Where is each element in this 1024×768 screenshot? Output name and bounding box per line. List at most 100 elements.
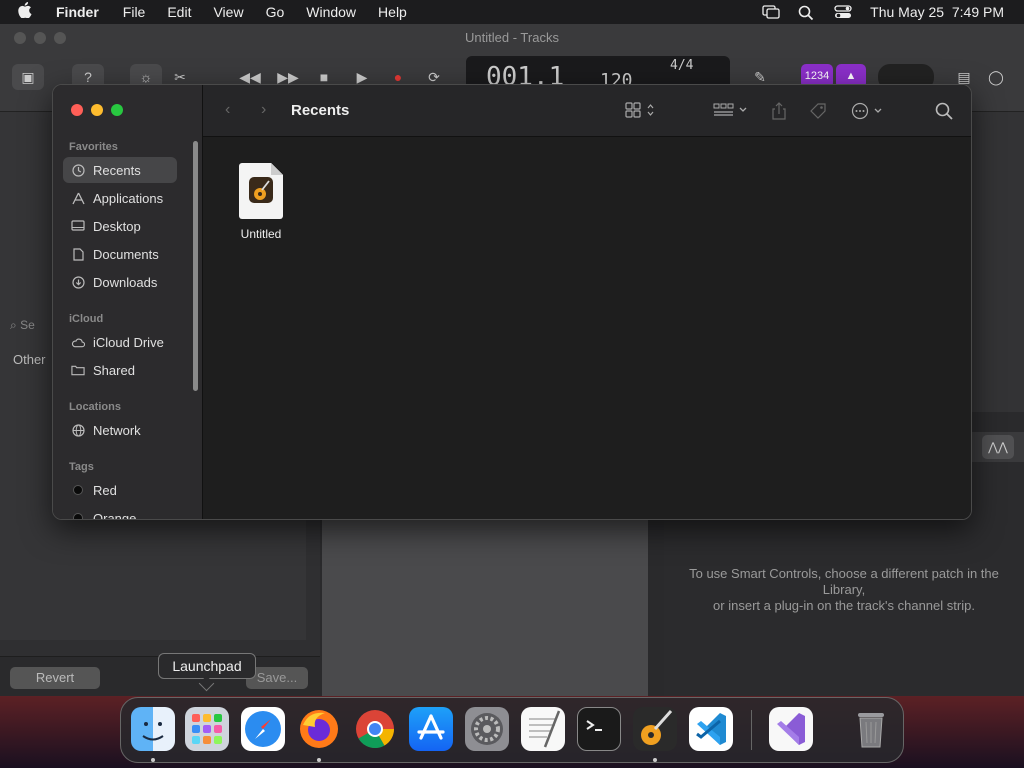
document-icon	[71, 247, 85, 261]
dock	[120, 697, 904, 763]
library-search-placeholder: Se	[20, 318, 35, 332]
sidebar-item-tag-red[interactable]: Red	[63, 477, 177, 503]
textedit-dock-icon[interactable]	[521, 707, 565, 751]
garageband-file-icon	[239, 163, 283, 219]
sidebar-section-locations: Locations	[69, 401, 121, 413]
menu-go[interactable]: Go	[266, 4, 285, 20]
garageband-title: Untitled - Tracks	[465, 30, 559, 45]
smart-controls-middle-panel	[322, 520, 648, 696]
finder-toolbar: ‹ › Recents	[203, 85, 971, 137]
sidebar-item-label: Orange	[93, 510, 137, 520]
app-store-dock-icon[interactable]	[409, 707, 453, 751]
zoom-button[interactable]	[111, 104, 123, 116]
dock-separator	[751, 710, 752, 750]
firefox-dock-icon[interactable]	[297, 707, 341, 751]
sidebar-item-label: Documents	[93, 246, 159, 262]
forward-icon[interactable]: ›	[261, 101, 266, 119]
clock-icon	[71, 163, 85, 177]
sidebar-item-icloud-drive[interactable]: iCloud Drive	[63, 329, 177, 355]
sidebar-item-label: iCloud Drive	[93, 334, 164, 350]
sidebar-item-network[interactable]: Network	[63, 417, 177, 443]
library-search-icon: ⌕	[10, 318, 17, 332]
finder-running-indicator	[151, 758, 155, 762]
file-untitled[interactable]: Untitled	[229, 163, 293, 241]
visual-studio-dock-icon[interactable]	[769, 707, 813, 751]
close-button[interactable]	[71, 104, 83, 116]
finder-content: Untitled	[203, 137, 971, 519]
sidebar-scrollbar[interactable]	[193, 141, 198, 391]
smart-controls-message: To use Smart Controls, choose a differen…	[689, 566, 999, 613]
sidebar-item-label: Desktop	[93, 218, 141, 234]
minimize-button[interactable]	[91, 104, 103, 116]
download-icon	[71, 275, 85, 289]
garageband-dock-icon[interactable]	[633, 707, 677, 751]
menu-help[interactable]: Help	[378, 4, 407, 20]
library-search[interactable]: ⌕ Se	[10, 318, 35, 333]
safari-dock-icon[interactable]	[241, 707, 285, 751]
menu-file[interactable]: File	[123, 4, 146, 20]
screen-mirroring-icon[interactable]	[762, 5, 780, 19]
sidebar-item-label: Red	[93, 482, 117, 498]
view-icons-icon[interactable]	[625, 102, 655, 121]
vscode-dock-icon[interactable]	[689, 707, 733, 751]
sidebar-item-label: Recents	[93, 162, 141, 178]
finder-sidebar: Favorites Recents Applications Desktop D…	[53, 85, 203, 520]
sidebar-section-tags: Tags	[69, 461, 94, 473]
garageband-window-controls[interactable]	[14, 32, 66, 44]
sidebar-item-label: Network	[93, 422, 141, 438]
menu-finder[interactable]: Finder	[56, 4, 99, 20]
sidebar-item-label: Shared	[93, 362, 135, 378]
revert-button[interactable]: Revert	[10, 667, 100, 689]
back-icon[interactable]: ‹	[225, 101, 230, 119]
tag-icon[interactable]	[809, 102, 827, 123]
finder-window: Favorites Recents Applications Desktop D…	[52, 84, 972, 520]
finder-title: Recents	[291, 102, 350, 119]
menu-edit[interactable]: Edit	[167, 4, 191, 20]
trash-dock-icon[interactable]	[849, 707, 893, 751]
applications-icon	[71, 191, 85, 205]
library-icon[interactable]: ▣	[12, 64, 44, 90]
globe-icon	[71, 423, 85, 437]
finder-dock-icon[interactable]	[131, 707, 175, 751]
dock-tooltip: Launchpad	[158, 653, 256, 679]
chrome-dock-icon[interactable]	[353, 707, 397, 751]
desktop-icon	[71, 219, 85, 233]
terminal-dock-icon[interactable]	[577, 707, 621, 751]
sidebar-item-shared[interactable]: Shared	[63, 357, 177, 383]
sidebar-item-tag-orange[interactable]: Orange	[63, 505, 177, 520]
share-icon[interactable]	[771, 102, 787, 123]
sidebar-item-documents[interactable]: Documents	[63, 241, 177, 267]
group-by-icon[interactable]	[713, 102, 749, 121]
launchpad-dock-icon[interactable]	[185, 707, 229, 751]
apple-icon[interactable]	[18, 1, 38, 23]
more-actions-icon[interactable]	[851, 102, 887, 123]
tag-dot-icon	[71, 483, 85, 497]
tag-dot-icon	[71, 511, 85, 519]
library-other-label: Other	[13, 352, 46, 367]
search-icon[interactable]	[798, 5, 816, 21]
search-icon[interactable]	[935, 102, 953, 123]
sidebar-item-desktop[interactable]: Desktop	[63, 213, 177, 239]
sidebar-section-icloud: iCloud	[69, 313, 104, 325]
garageband-running-indicator	[653, 758, 657, 762]
firefox-running-indicator	[317, 758, 321, 762]
sidebar-item-recents[interactable]: Recents	[63, 157, 177, 183]
sidebar-item-label: Applications	[93, 190, 164, 206]
sidebar-item-downloads[interactable]: Downloads	[63, 269, 177, 295]
shared-folder-icon	[71, 363, 85, 377]
control-center-icon[interactable]	[834, 5, 852, 19]
sidebar-section-favorites: Favorites	[69, 141, 118, 153]
cloud-icon	[71, 335, 85, 349]
menu-window[interactable]: Window	[306, 4, 356, 20]
sidebar-item-applications[interactable]: Applications	[63, 185, 177, 211]
loop-browser-icon[interactable]: ◯	[980, 64, 1012, 90]
menu-view[interactable]: View	[213, 4, 243, 20]
menu-bar-clock[interactable]: Thu May 25 7:49 PM	[870, 4, 1004, 20]
file-label: Untitled	[240, 227, 282, 241]
sidebar-item-label: Downloads	[93, 274, 158, 290]
garageband-titlebar: Untitled - Tracks	[0, 24, 1024, 52]
smart-controls-toggle-icon[interactable]: ⋀⋀	[982, 435, 1014, 459]
lcd-time-signature: 4/4	[670, 58, 694, 73]
system-settings-dock-icon[interactable]	[465, 707, 509, 751]
menu-bar: Finder File Edit View Go Window Help Thu…	[0, 0, 1024, 24]
